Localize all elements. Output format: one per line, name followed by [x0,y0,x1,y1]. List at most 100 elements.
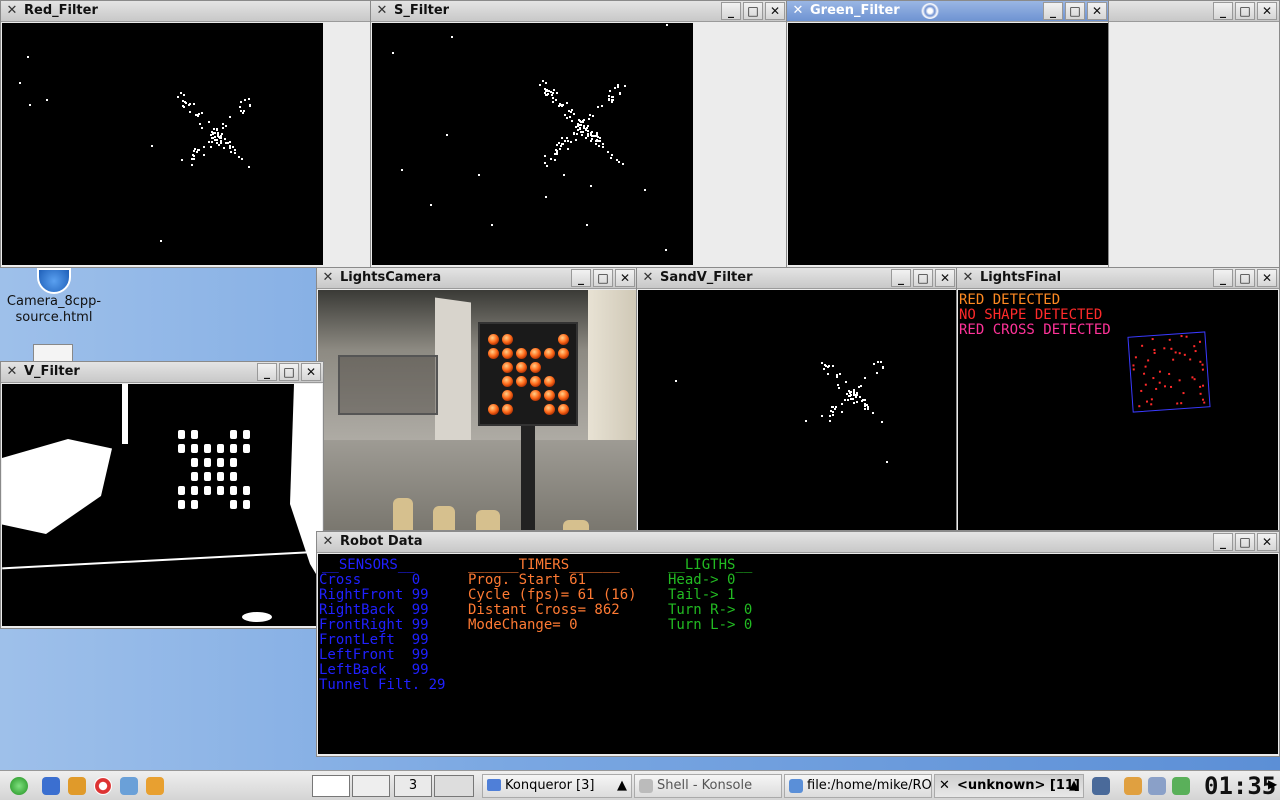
detected-pixel [1170,347,1173,350]
titlebar[interactable]: ✕ LightsCamera _ □ ✕ [317,268,637,289]
noise-pixel [430,204,433,207]
close-button[interactable]: ✕ [1257,2,1277,20]
v-filter-view [2,384,322,626]
maximize-button[interactable]: □ [1235,533,1255,551]
minimize-button[interactable]: _ [1213,533,1233,551]
maximize-button[interactable]: □ [913,269,933,287]
bright-blob [230,472,237,481]
filter-pixel [881,367,884,370]
bright-blob [178,430,185,439]
led-light [502,348,513,359]
kmenu-icon[interactable] [10,777,28,795]
task-konqueror[interactable]: Konqueror [3] ▲ [482,774,632,798]
titlebar[interactable]: ✕ S_Filter _ □ ✕ [371,1,787,22]
filter-pixel [223,146,226,149]
cone [433,506,455,530]
filter-pixel [589,134,592,137]
battery-tray-icon[interactable] [1172,777,1190,795]
pager-desktop-3[interactable]: 3 [394,775,432,797]
home-icon[interactable] [42,777,60,795]
desktop-icon-camera-html[interactable]: Camera_8cpp- source.html [2,268,106,326]
bright-blob [191,458,198,467]
filter-pixel [866,404,869,407]
noise-pixel [160,239,163,242]
pager-desktop-1[interactable] [312,775,350,797]
filter-pixel [544,154,546,157]
close-button[interactable]: ✕ [1087,2,1107,20]
minimize-button[interactable]: _ [1213,2,1233,20]
white-region [2,439,112,534]
detection-no-shape: NO SHAPE DETECTED [959,307,1103,323]
bright-blob [217,458,224,467]
editor-icon[interactable] [146,777,164,795]
titlebar[interactable]: _ □ ✕ [1109,1,1279,22]
titlebar[interactable]: ✕ SandV_Filter _ □ ✕ [637,268,957,289]
detected-pixel [1168,338,1172,341]
volume-tray-icon[interactable] [1148,777,1166,795]
kcontrol-icon[interactable] [120,777,138,795]
minimize-button[interactable]: _ [891,269,911,287]
maximize-button[interactable]: □ [1065,2,1085,20]
led-light [544,390,555,401]
filter-pixel [576,133,579,136]
network-tray-icon[interactable] [1092,777,1110,795]
filter-pixel [211,132,214,135]
pager-desktop-4[interactable] [434,775,474,797]
close-button[interactable]: ✕ [935,269,955,287]
filter-pixel [213,132,216,134]
maximize-button[interactable]: □ [1235,2,1255,20]
detected-pixel [1144,365,1147,369]
titlebar[interactable]: ✕ Green_Filter _ □ ✕ [787,1,1109,22]
close-button[interactable]: ✕ [765,2,785,20]
minimize-button[interactable]: _ [1043,2,1063,20]
filter-pixel [873,363,876,366]
filter-pixel [547,93,550,96]
maximize-button[interactable]: □ [743,2,763,20]
task-file-browser[interactable]: file:/home/mike/RO [784,774,932,798]
detected-pixel [1139,389,1142,392]
minimize-button[interactable]: _ [721,2,741,20]
lights-header: __LIGTHS__ [668,557,753,573]
close-button[interactable]: ✕ [615,269,635,287]
filter-pixel [840,403,843,406]
detected-pixel [1174,350,1177,354]
detected-pixel [1178,352,1181,355]
filter-pixel [182,94,185,97]
filter-pixel [621,162,624,165]
minimize-button[interactable]: _ [1213,269,1233,287]
minimize-button[interactable]: _ [571,269,591,287]
pager-desktop-2[interactable] [352,775,390,797]
filter-pixel [583,127,586,130]
desktop-file-icon[interactable] [33,344,73,362]
minimize-button[interactable]: _ [257,363,277,381]
close-button[interactable]: ✕ [301,363,321,381]
help-icon[interactable] [94,777,112,795]
filter-pixel [850,394,853,397]
clock[interactable]: 01:35 [1204,772,1276,800]
filter-pixel [617,161,620,164]
titlebar[interactable]: ✕ Robot Data _ □ ✕ [317,532,1279,553]
filter-pixel [597,144,600,147]
filter-pixel [198,148,201,151]
scroll-right-arrow-icon[interactable]: ▶ [1268,777,1277,791]
filter-pixel [610,99,613,102]
filter-pixel [215,141,218,144]
task-konsole[interactable]: Shell - Konsole [634,774,782,798]
maximize-button[interactable]: □ [593,269,613,287]
maximize-button[interactable]: □ [279,363,299,381]
filter-pixel [863,398,866,401]
close-button[interactable]: ✕ [1257,533,1277,551]
detected-pixel [1134,355,1137,358]
led-light [502,334,513,345]
close-button[interactable]: ✕ [1257,269,1277,287]
konqueror-icon[interactable] [68,777,86,795]
titlebar[interactable]: ✕ LightsFinal _ □ ✕ [957,268,1279,289]
filter-pixel [203,154,206,157]
filter-pixel [558,147,561,150]
maximize-button[interactable]: □ [1235,269,1255,287]
filter-pixel [616,159,619,162]
titlebar[interactable]: ✕ Red_Filter [1,1,371,22]
klipper-tray-icon[interactable] [1124,777,1142,795]
task-unknown[interactable]: ✕ <unknown> [11] ▲ [934,774,1084,798]
titlebar[interactable]: ✕ V_Filter _ □ ✕ [1,362,323,383]
